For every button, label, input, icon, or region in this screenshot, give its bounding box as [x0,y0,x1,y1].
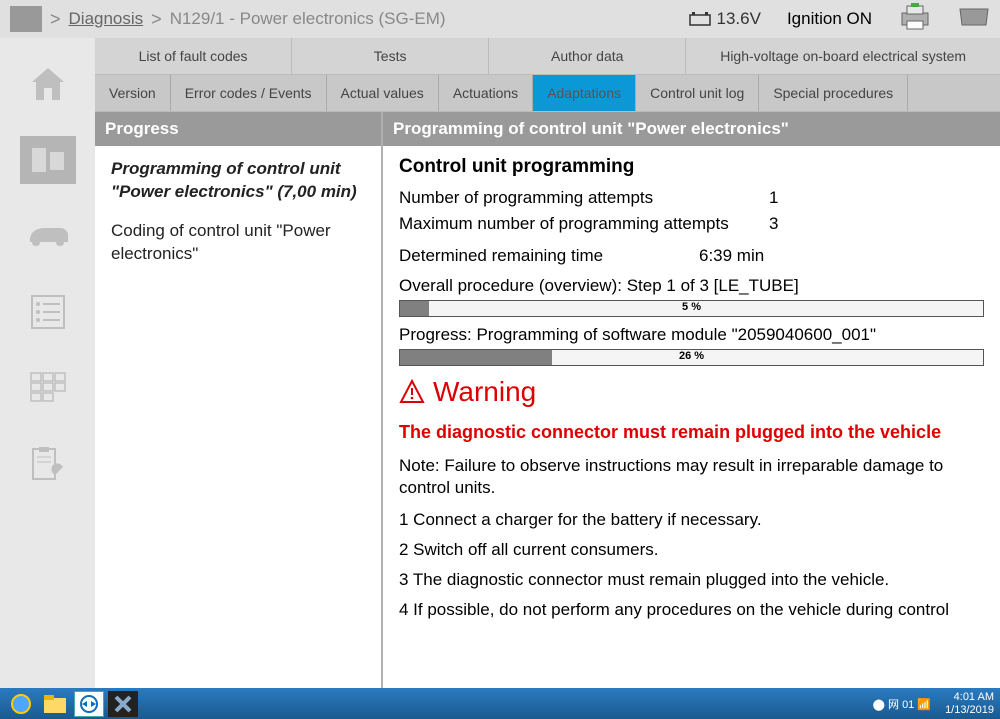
warning-title: Warning [433,376,536,408]
tab-control-unit-log[interactable]: Control unit log [636,75,759,111]
breadcrumb-sep: > [50,9,61,30]
tab-tests[interactable]: Tests [292,38,489,74]
detail-panel: Programming of control unit "Power elect… [383,112,1000,688]
progress-panel: Progress Programming of control unit "Po… [95,112,383,688]
step-1: 1 Connect a charger for the battery if n… [399,509,984,531]
step-2: 2 Switch off all current consumers. [399,539,984,561]
progress-item-coding[interactable]: Coding of control unit "Power electronic… [111,220,365,266]
clipboard-wrench-icon [29,445,67,483]
remaining-label: Determined remaining time [399,246,699,266]
breadcrumb-current: N129/1 - Power electronics (SG-EM) [170,9,446,29]
warning-icon [399,379,425,405]
tabs-secondary: Version Error codes / Events Actual valu… [95,75,1000,112]
tab-actual-values[interactable]: Actual values [327,75,439,111]
printer-icon[interactable] [898,3,932,36]
system-tray[interactable]: ⬤ 网 01 📶 4:01 AM 1/13/2019 [873,691,994,715]
home-icon [28,66,68,102]
taskbar-teamviewer[interactable] [74,691,104,717]
tab-version[interactable]: Version [95,75,171,111]
topbar: > Diagnosis > N129/1 - Power electronics… [0,0,1000,38]
list-icon [30,294,66,330]
rail-modules[interactable] [20,364,76,412]
step-3: 3 The diagnostic connector must remain p… [399,569,984,591]
battery-icon [689,12,711,26]
taskbar-time: 4:01 AM [945,691,994,703]
remaining-value: 6:39 min [699,246,764,266]
breadcrumb-diagnosis[interactable]: Diagnosis [69,9,144,29]
warning-subtitle: The diagnostic connector must remain plu… [399,422,984,443]
grid-icon [29,371,67,405]
taskbar-date: 1/13/2019 [945,704,994,716]
tab-fault-codes[interactable]: List of fault codes [95,38,292,74]
warning-note: Note: Failure to observe instructions ma… [399,455,984,499]
tab-error-codes[interactable]: Error codes / Events [171,75,327,111]
overview-progress-fill [400,301,429,316]
overview-progressbar: 5 % [399,300,984,317]
module-progress-fill [400,350,552,365]
breadcrumb-sep: > [151,9,162,30]
detail-header: Programming of control unit "Power elect… [383,112,1000,146]
module-progress-text: Progress: Programming of software module… [399,325,984,345]
warning-heading: Warning [399,376,984,408]
rail-ecu[interactable] [20,136,76,184]
rail-list[interactable] [20,288,76,336]
ignition-status: Ignition ON [787,9,872,29]
app-icon[interactable] [10,6,42,32]
module-progressbar: 26 % [399,349,984,366]
battery-voltage: 13.6V [689,9,761,29]
windows-taskbar[interactable]: ⬤ 网 01 📶 4:01 AM 1/13/2019 [0,688,1000,719]
tab-hv-system[interactable]: High-voltage on-board electrical system [686,38,1000,74]
tab-actuations[interactable]: Actuations [439,75,533,111]
tab-special-procedures[interactable]: Special procedures [759,75,908,111]
taskbar-ie[interactable] [6,691,36,717]
max-attempts-label: Maximum number of programming attempts [399,214,769,234]
taskbar-explorer[interactable] [40,691,70,717]
step-4: 4 If possible, do not perform any proced… [399,599,984,621]
tray-icons[interactable]: ⬤ 网 01 📶 [873,696,931,712]
attempts-label: Number of programming attempts [399,188,769,208]
tab-adaptations[interactable]: Adaptations [533,75,636,111]
taskbar-clock[interactable]: 4:01 AM 1/13/2019 [945,691,994,715]
tab-author-data[interactable]: Author data [489,38,686,74]
module-progress-pct: 26 % [679,350,704,362]
overview-progress-pct: 5 % [682,301,701,313]
tabs-primary: List of fault codes Tests Author data Hi… [95,38,1000,75]
ecu-icon [28,142,68,178]
taskbar-xentry[interactable] [108,691,138,717]
attempts-value: 1 [769,188,778,208]
left-nav-rail [0,38,95,688]
progress-header: Progress [95,112,381,146]
section-title: Control unit programming [399,156,984,178]
progress-item-programming[interactable]: Programming of control unit "Power elect… [111,158,365,204]
max-attempts-value: 3 [769,214,778,234]
rail-tools[interactable] [20,440,76,488]
voltage-value: 13.6V [717,9,761,29]
rail-vehicle[interactable] [20,212,76,260]
rail-home[interactable] [20,60,76,108]
overview-text: Overall procedure (overview): Step 1 of … [399,276,984,296]
car-icon [26,222,70,250]
save-icon[interactable] [958,5,990,34]
